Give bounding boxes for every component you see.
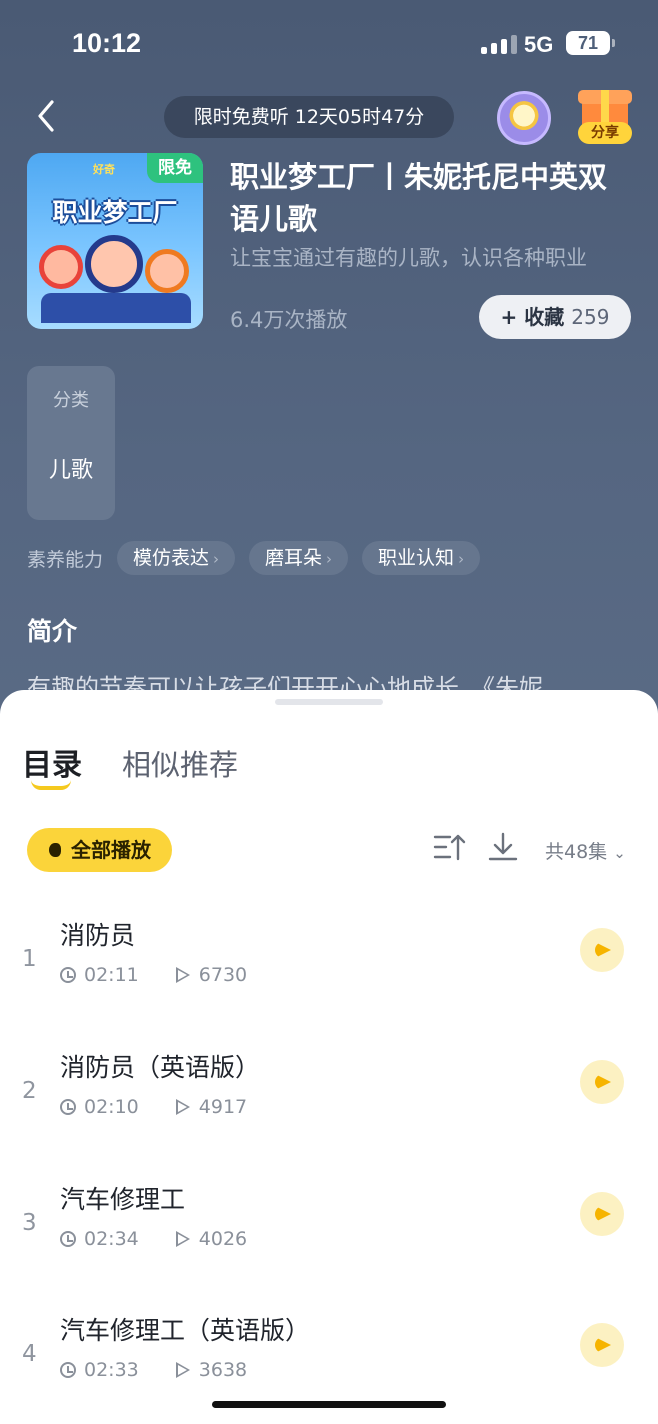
category-card[interactable]: 分类 儿歌: [27, 366, 115, 520]
episode-title: 汽车修理工（英语版）: [60, 1316, 311, 1345]
play-episode-button[interactable]: [580, 1192, 624, 1236]
play-episode-button[interactable]: [580, 1323, 624, 1367]
status-time: 10:12: [72, 28, 142, 58]
episode-row[interactable]: 2 消防员（英语版） 02:10 4917: [0, 1048, 658, 1158]
episode-number: 3: [22, 1210, 37, 1236]
episode-title: 汽车修理工: [60, 1185, 186, 1214]
episode-plays: 4917: [198, 1096, 248, 1118]
battery-icon: 71: [566, 31, 615, 55]
cover-character: [39, 245, 83, 289]
cover-character: [85, 235, 143, 293]
sort-icon[interactable]: [432, 830, 466, 864]
drag-handle[interactable]: [275, 699, 383, 705]
signal-icon: [481, 34, 517, 54]
collect-button[interactable]: + 收藏 259: [479, 295, 631, 339]
clock-icon: [60, 1231, 76, 1247]
episode-plays: 3638: [198, 1359, 248, 1381]
plays-icon: [175, 967, 190, 983]
album-title: 职业梦工厂丨朱妮托尼中英双语儿歌: [230, 160, 608, 236]
episode-number: 1: [22, 946, 37, 972]
play-episode-button[interactable]: [580, 1060, 624, 1104]
cover-character: [145, 249, 189, 293]
skill-tags: 素养能力 模仿表达 › 磨耳朵 › 职业认知 ›: [27, 540, 494, 576]
back-icon[interactable]: [30, 96, 66, 136]
cover-brand: 好奇: [93, 163, 115, 176]
episode-sheet: 目录 相似推荐 全部播放 共48集 ⌄ 1 消防员 02:11 6730 2 消防员…: [0, 690, 658, 1424]
home-indicator[interactable]: [212, 1401, 446, 1408]
play-all-label: 全部播放: [71, 838, 151, 862]
collect-count: 259: [571, 305, 610, 329]
clock-icon: [60, 1099, 76, 1115]
status-bar: 10:12 5G 71: [0, 0, 658, 90]
episode-row[interactable]: 1 消防员 02:11 6730: [0, 916, 658, 1026]
episode-duration: 02:34: [84, 1228, 139, 1250]
category-key: 分类: [53, 390, 89, 411]
download-icon[interactable]: [486, 830, 520, 864]
episode-duration: 02:33: [84, 1359, 139, 1381]
episode-title: 消防员（英语版）: [60, 1053, 261, 1082]
tab-similar[interactable]: 相似推荐: [122, 742, 238, 784]
play-count: 6.4万次播放: [230, 308, 348, 332]
plays-icon: [175, 1099, 190, 1115]
share-button[interactable]: 分享: [576, 86, 634, 146]
chevron-right-icon: ›: [326, 550, 333, 568]
episode-plays: 6730: [198, 964, 248, 986]
plays-icon: [175, 1231, 190, 1247]
episode-plays: 4026: [198, 1228, 248, 1250]
free-badge: 限免: [147, 153, 203, 183]
chevron-right-icon: ›: [213, 550, 220, 568]
episode-duration: 02:10: [84, 1096, 139, 1118]
episode-duration: 02:11: [84, 964, 139, 986]
play-episode-button[interactable]: [580, 928, 624, 972]
clock-icon: [60, 967, 76, 983]
skill-tag[interactable]: 职业认知 ›: [362, 541, 481, 575]
episode-number: 2: [22, 1078, 37, 1104]
skills-label: 素养能力: [27, 548, 104, 571]
tab-catalog[interactable]: 目录: [22, 740, 82, 784]
intro-heading: 简介: [27, 617, 78, 646]
skill-tag[interactable]: 模仿表达 ›: [117, 541, 236, 575]
collect-label: 收藏: [524, 305, 565, 329]
episode-number: 4: [22, 1341, 37, 1367]
chevron-down-icon: ⌄: [613, 844, 626, 862]
album-subtitle: 让宝宝通过有趣的儿歌，认识各种职业: [230, 246, 587, 270]
active-tab-indicator: [31, 780, 71, 790]
chevron-right-icon: ›: [458, 550, 465, 568]
episode-row[interactable]: 3 汽车修理工 02:34 4026: [0, 1180, 658, 1290]
network-label: 5G: [524, 32, 554, 57]
play-icon: [49, 843, 61, 857]
episode-count-selector[interactable]: 共48集 ⌄: [545, 837, 626, 864]
free-timer: 限时免费听 12天05时47分: [164, 96, 454, 138]
play-all-button[interactable]: 全部播放: [27, 828, 172, 872]
share-label: 分享: [578, 122, 632, 144]
cover-title: 职业梦工厂: [52, 198, 178, 227]
episode-title: 消防员: [60, 921, 136, 950]
skill-tag[interactable]: 磨耳朵 ›: [249, 541, 349, 575]
category-value: 儿歌: [48, 458, 93, 483]
avatar[interactable]: [497, 91, 551, 145]
clock-icon: [60, 1362, 76, 1378]
plus-icon: +: [500, 305, 525, 329]
album-cover: 好奇 限免 职业梦工厂: [27, 153, 203, 329]
plays-icon: [175, 1362, 190, 1378]
